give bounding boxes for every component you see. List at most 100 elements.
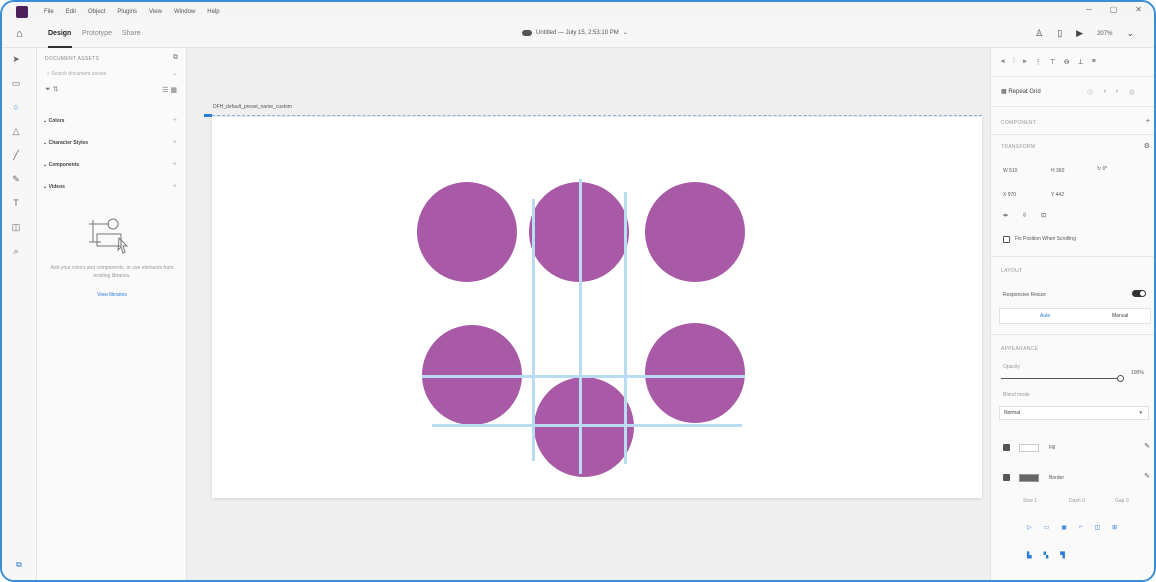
menu-view[interactable]: View — [149, 9, 162, 15]
document-title[interactable]: Untitled — July 15, 2:53:10 PM ⌄ — [522, 29, 628, 36]
opacity-slider-knob[interactable] — [1117, 375, 1124, 382]
menu-edit[interactable]: Edit — [66, 9, 76, 15]
join-bevel-icon[interactable]: ⊞ — [1112, 524, 1117, 531]
artboard[interactable] — [212, 117, 982, 498]
rotation-field[interactable]: ↻ 0° — [1097, 166, 1107, 172]
blend-mode-select[interactable]: Normal ▾ — [999, 406, 1149, 420]
library-icon[interactable]: ⧉ — [173, 54, 178, 62]
flip-horizontal-icon[interactable]: ⇹ — [1003, 212, 1008, 219]
stroke-outside-icon[interactable]: ▣ — [1061, 524, 1067, 531]
stroke-center-icon[interactable]: ▭ — [1044, 524, 1050, 531]
border-gap-field[interactable]: Gap 0 — [1115, 498, 1129, 504]
scale-icon[interactable]: ⊡ — [1041, 212, 1046, 219]
y-field[interactable]: Y 442 — [1051, 192, 1064, 198]
line-tool-icon[interactable]: ╱ — [8, 150, 24, 164]
repeat-grid-button[interactable]: ▦ Repeat Grid — [1001, 88, 1041, 95]
section-colors[interactable]: ⌄ Colors + — [43, 114, 177, 128]
text-tool-icon[interactable]: T — [8, 198, 24, 212]
responsive-resize-toggle[interactable] — [1132, 290, 1146, 297]
tab-prototype[interactable]: Prototype — [82, 30, 112, 37]
plugins-icon[interactable]: ⧉ — [16, 560, 22, 570]
share-user-icon[interactable]: ♙ — [1035, 28, 1043, 39]
artboard-tool-icon[interactable]: ◫ — [8, 222, 24, 236]
boolean-intersect-icon[interactable]: ◐ — [1115, 88, 1119, 96]
section-character-styles[interactable]: ⌄ Character Styles + — [43, 136, 177, 150]
search-input[interactable]: ⌕ Search document assets ⌄ — [45, 68, 177, 80]
manual-option[interactable]: Manual — [1112, 313, 1128, 319]
opacity-value[interactable]: 100% — [1131, 370, 1144, 376]
guide-line-horizontal[interactable] — [432, 424, 742, 427]
section-components[interactable]: ⌄ Components + — [43, 158, 177, 172]
cap-round-icon[interactable]: ▚ — [1044, 552, 1049, 559]
close-button[interactable]: ✕ — [1135, 5, 1142, 14]
zoom-chevron-icon[interactable]: ⌄ — [1126, 28, 1134, 39]
circle-shape[interactable] — [645, 182, 745, 282]
add-icon[interactable]: + — [173, 180, 177, 194]
join-miter-icon[interactable]: ⌐ — [1079, 524, 1083, 531]
tab-share[interactable]: Share — [122, 30, 141, 37]
filter-icon[interactable]: ⏷ ⇅ — [45, 86, 59, 93]
border-size-field[interactable]: Size 1 — [1023, 498, 1037, 504]
minimize-button[interactable]: ─ — [1086, 5, 1092, 14]
eyedropper-icon[interactable]: ✎ — [1144, 472, 1150, 480]
menu-help[interactable]: Help — [207, 9, 219, 15]
boolean-add-icon[interactable]: ◎ — [1087, 88, 1093, 96]
join-round-icon[interactable]: ◫ — [1094, 524, 1100, 531]
view-libraries-link[interactable]: View libraries — [45, 292, 179, 298]
play-icon[interactable]: ▶ — [1076, 28, 1083, 39]
fill-swatch[interactable] — [1019, 444, 1039, 452]
stroke-inside-icon[interactable]: ▷ — [1027, 524, 1032, 531]
circle-shape[interactable] — [534, 377, 634, 477]
menu-window[interactable]: Window — [174, 9, 195, 15]
x-field[interactable]: X 970 — [1003, 192, 1016, 198]
fix-position-checkbox[interactable] — [1003, 236, 1010, 243]
tab-design[interactable]: Design — [48, 30, 71, 37]
fill-checkbox[interactable] — [1003, 444, 1010, 451]
cap-butt-icon[interactable]: ▙ — [1027, 552, 1032, 559]
border-swatch[interactable] — [1019, 474, 1039, 482]
add-icon[interactable]: + — [173, 136, 177, 150]
align-top-icon[interactable]: ⊤ — [1050, 58, 1056, 66]
select-tool-icon[interactable]: ➤ — [8, 54, 24, 68]
rectangle-tool-icon[interactable]: ▭ — [8, 78, 24, 92]
eyedropper-icon[interactable]: ✎ — [1144, 442, 1150, 450]
align-center-icon[interactable]: ⫶ — [1013, 58, 1015, 66]
view-toggle-icon[interactable]: ☰ ▦ — [162, 86, 177, 94]
home-icon[interactable]: ⌂ — [16, 28, 23, 40]
pen-tool-icon[interactable]: ✎ — [8, 174, 24, 188]
guide-line-horizontal[interactable] — [422, 375, 745, 378]
add-component-icon[interactable]: + — [1146, 118, 1150, 125]
width-field[interactable]: W 510 — [1003, 168, 1017, 174]
align-bottom-icon[interactable]: ⊥ — [1078, 58, 1084, 66]
maximize-button[interactable]: ▢ — [1110, 5, 1118, 14]
boolean-exclude-icon[interactable]: ◍ — [1129, 88, 1135, 96]
opacity-slider-track[interactable] — [1001, 378, 1121, 379]
circle-shape[interactable] — [417, 182, 517, 282]
border-dash-field[interactable]: Dash 0 — [1069, 498, 1085, 504]
zoom-tool-icon[interactable]: ⌕ — [8, 246, 24, 260]
align-middle-icon[interactable]: ⊖ — [1064, 58, 1070, 66]
settings-icon[interactable]: ⚙ — [1144, 142, 1150, 150]
guide-line-vertical[interactable] — [532, 199, 535, 461]
distribute-vertical-icon[interactable]: ≡ — [1092, 58, 1096, 66]
guide-line-vertical[interactable] — [579, 179, 582, 474]
menu-object[interactable]: Object — [88, 9, 105, 15]
distribute-icon[interactable]: ⋮ — [1035, 58, 1042, 66]
height-field[interactable]: H 360 — [1051, 168, 1064, 174]
flip-vertical-icon[interactable]: ⇳ — [1022, 212, 1027, 219]
section-videos[interactable]: ⌄ Videos + — [43, 180, 177, 194]
menu-plugins[interactable]: Plugins — [117, 9, 137, 15]
align-left-icon[interactable]: ⫷ — [1001, 58, 1005, 66]
menu-file[interactable]: File — [44, 9, 54, 15]
add-icon[interactable]: + — [173, 114, 177, 128]
align-right-icon[interactable]: ⫸ — [1023, 58, 1027, 66]
zoom-level[interactable]: 207% — [1097, 31, 1112, 37]
cap-square-icon[interactable]: ▜ — [1060, 552, 1065, 559]
polygon-tool-icon[interactable]: △ — [8, 126, 24, 140]
border-checkbox[interactable] — [1003, 474, 1010, 481]
chevron-down-icon[interactable]: ⌄ — [172, 68, 177, 80]
boolean-subtract-icon[interactable]: ◑ — [1102, 88, 1106, 96]
circle-shape[interactable] — [645, 323, 745, 423]
artboard-label[interactable]: DFH_default_preset_name_custom — [213, 104, 292, 110]
ellipse-tool-icon[interactable]: ○ — [8, 102, 24, 116]
